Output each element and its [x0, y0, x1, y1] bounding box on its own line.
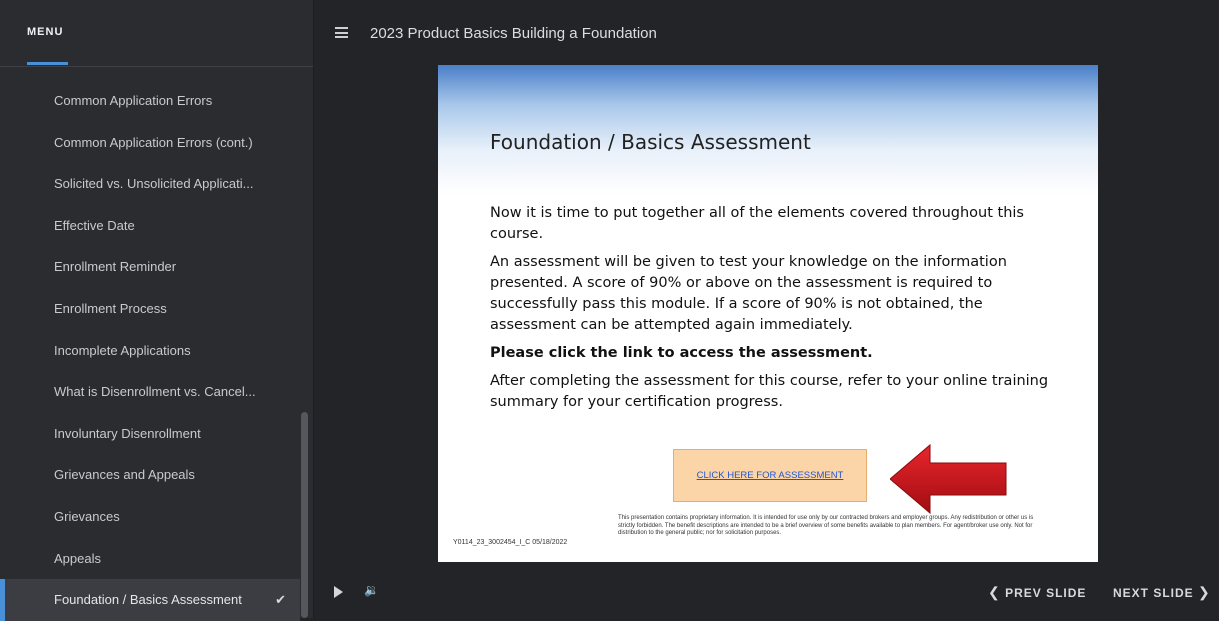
- sidebar: MENU Common Application Errors Common Ap…: [0, 0, 314, 621]
- assessment-link[interactable]: CLICK HERE FOR ASSESSMENT: [697, 470, 844, 481]
- menu-item-label: Effective Date: [54, 217, 135, 233]
- slide: Foundation / Basics Assessment Now it is…: [438, 65, 1098, 562]
- checkmark-icon: ✔: [275, 592, 286, 608]
- menu-item-label: Incomplete Applications: [54, 342, 191, 358]
- menu-item-foundation-basics-assessment[interactable]: Foundation / Basics Assessment ✔: [0, 579, 300, 621]
- menu-title: MENU: [27, 26, 64, 38]
- play-icon[interactable]: [334, 586, 343, 598]
- menu-item-solicited-vs-unsolicited[interactable]: Solicited vs. Unsolicited Applicati...: [0, 163, 300, 205]
- menu-item-label: Appeals: [54, 550, 101, 566]
- slide-title: Foundation / Basics Assessment: [490, 130, 811, 154]
- menu-item-grievances-and-appeals[interactable]: Grievances and Appeals: [0, 454, 300, 496]
- chevron-right-icon: ❯: [1198, 584, 1211, 600]
- menu-item-label: Foundation / Basics Assessment: [54, 592, 242, 608]
- menu-item-enrollment-process[interactable]: Enrollment Process: [0, 288, 300, 330]
- slide-instruction: Please click the link to access the asse…: [490, 345, 873, 361]
- menu-item-label: Involuntary Disenrollment: [54, 425, 201, 441]
- slide-paragraph: After completing the assessment for this…: [490, 373, 1049, 410]
- menu-item-common-application-errors[interactable]: Common Application Errors: [0, 80, 300, 122]
- prev-slide-label: PREV SLIDE: [1005, 586, 1087, 600]
- menu-item-label: What is Disenrollment vs. Cancel...: [54, 384, 256, 400]
- assessment-button[interactable]: CLICK HERE FOR ASSESSMENT: [673, 449, 867, 502]
- topbar: 2023 Product Basics Building a Foundatio…: [313, 0, 1219, 66]
- menu-item-label: Grievances: [54, 508, 120, 524]
- disclaimer-text: This presentation contains proprietary i…: [618, 515, 1034, 536]
- menu-item-involuntary-disenrollment[interactable]: Involuntary Disenrollment: [0, 413, 300, 455]
- menu-item-label: Enrollment Reminder: [54, 259, 177, 275]
- menu-item-appeals[interactable]: Appeals: [0, 538, 300, 580]
- playback-bar: 🔉 ❮ PREV SLIDE NEXT SLIDE ❯: [313, 574, 1219, 618]
- menu-item-incomplete-applications[interactable]: Incomplete Applications: [0, 330, 300, 372]
- volume-icon[interactable]: 🔉: [364, 583, 379, 597]
- prev-slide-button[interactable]: ❮ PREV SLIDE: [988, 584, 1086, 601]
- next-slide-button[interactable]: NEXT SLIDE ❯: [1113, 584, 1211, 601]
- course-title: 2023 Product Basics Building a Foundatio…: [370, 25, 657, 42]
- menu-item-effective-date[interactable]: Effective Date: [0, 205, 300, 247]
- hamburger-menu-icon[interactable]: [335, 27, 348, 38]
- slide-body: Now it is time to put together all of th…: [490, 203, 1070, 420]
- slide-paragraph: An assessment will be given to test your…: [490, 254, 1007, 333]
- document-code: Y0114_23_3002454_I_C 05/18/2022: [453, 539, 568, 546]
- red-arrow-icon: [890, 443, 1007, 515]
- menu-list: Common Application Errors Common Applica…: [0, 80, 300, 621]
- menu-underline: [27, 62, 68, 65]
- menu-item-label: Common Application Errors: [54, 93, 213, 108]
- sidebar-scrollbar[interactable]: [301, 412, 308, 618]
- menu-item-label: Grievances and Appeals: [54, 467, 195, 483]
- slide-paragraph: Now it is time to put together all of th…: [490, 205, 1024, 242]
- menu-item-label: Common Application Errors (cont.): [54, 134, 253, 150]
- chevron-left-icon: ❮: [988, 584, 1001, 600]
- next-slide-label: NEXT SLIDE: [1113, 586, 1194, 600]
- menu-item-grievances[interactable]: Grievances: [0, 496, 300, 538]
- menu-header: MENU: [0, 0, 313, 67]
- menu-item-enrollment-reminder[interactable]: Enrollment Reminder: [0, 246, 300, 288]
- menu-item-label: Enrollment Process: [54, 300, 167, 316]
- menu-item-common-application-errors-cont[interactable]: Common Application Errors (cont.): [0, 122, 300, 164]
- menu-item-label: Solicited vs. Unsolicited Applicati...: [54, 176, 254, 192]
- menu-item-disenrollment-vs-cancel[interactable]: What is Disenrollment vs. Cancel...: [0, 371, 300, 413]
